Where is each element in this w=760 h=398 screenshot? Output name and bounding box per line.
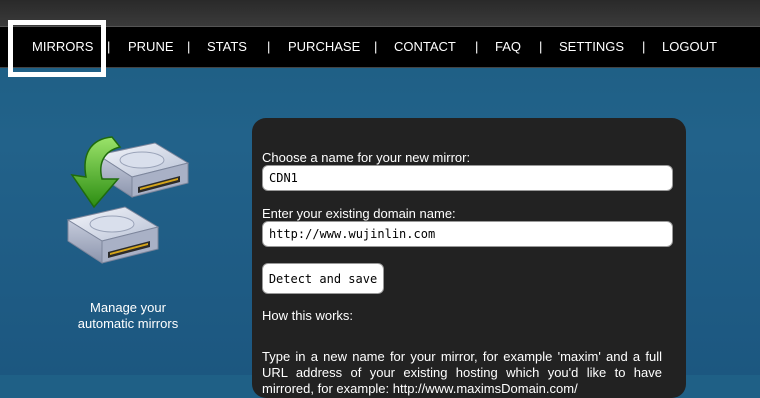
- nav-contact[interactable]: CONTACT: [394, 27, 456, 67]
- mirror-name-input[interactable]: [262, 165, 673, 191]
- active-nav-highlight: [8, 20, 106, 77]
- detect-and-save-button[interactable]: Detect and save: [262, 263, 384, 294]
- nav-stats[interactable]: STATS: [207, 27, 247, 67]
- nav-settings[interactable]: SETTINGS: [559, 27, 624, 67]
- nav-separator: |: [374, 39, 378, 54]
- nav-separator: |: [187, 39, 191, 54]
- nav-logout[interactable]: LOGOUT: [662, 27, 717, 67]
- mirror-name-label: Choose a name for your new mirror:: [262, 150, 471, 165]
- nav-prune[interactable]: PRUNE: [128, 27, 174, 67]
- how-it-works-title: How this works:: [262, 308, 354, 323]
- domain-label: Enter your existing domain name:: [262, 206, 456, 221]
- caption-line-2: automatic mirrors: [77, 316, 179, 331]
- nav-separator: |: [475, 39, 479, 54]
- caption-line-1: Manage your: [90, 300, 166, 315]
- how-it-works-text: Type in a new name for your mirror, for …: [262, 349, 662, 396]
- sidebar-caption: Manage your automatic mirrors: [48, 300, 208, 332]
- hard-drives-with-green-arrow-icon: [60, 125, 200, 275]
- nav-separator: |: [107, 39, 111, 54]
- main-nav: MIRRORS | PRUNE | STATS | PURCHASE | CON…: [0, 26, 760, 68]
- nav-separator: |: [267, 39, 271, 54]
- domain-input[interactable]: [262, 221, 673, 247]
- nav-purchase[interactable]: PURCHASE: [288, 27, 360, 67]
- top-strip: [0, 0, 760, 26]
- nav-separator: |: [539, 39, 543, 54]
- nav-faq[interactable]: FAQ: [495, 27, 521, 67]
- nav-separator: |: [642, 39, 646, 54]
